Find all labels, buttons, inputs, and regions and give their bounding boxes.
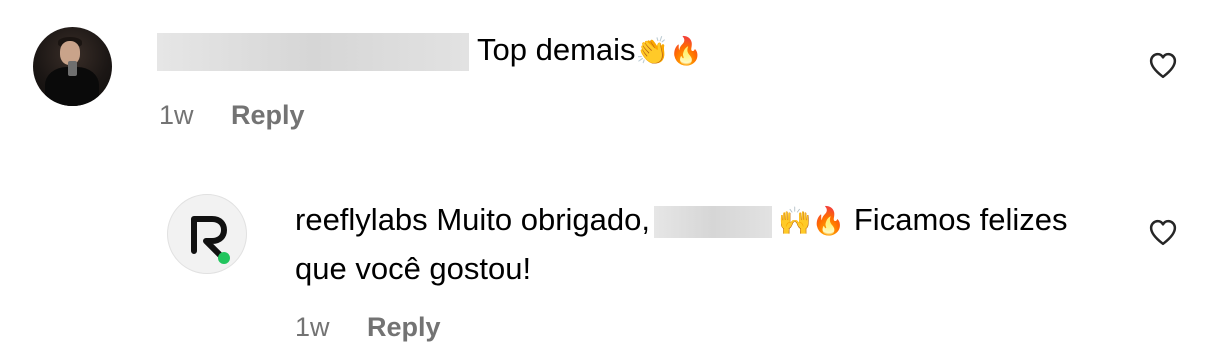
comment-1-emojis: 👏🔥 bbox=[635, 36, 703, 66]
comment-2-emojis: 🙌🔥 bbox=[778, 206, 846, 236]
comment-1-body: Top demais👏🔥 bbox=[157, 27, 703, 74]
heart-icon[interactable] bbox=[1148, 51, 1178, 79]
reeflylabs-logo-icon bbox=[191, 216, 230, 264]
redacted-username bbox=[157, 32, 469, 71]
comment-1-text: Top demais bbox=[477, 32, 636, 67]
comment-1-timestamp: 1w bbox=[159, 100, 194, 130]
comment-2-username[interactable]: reeflylabs bbox=[295, 202, 428, 237]
heart-icon[interactable] bbox=[1148, 218, 1178, 246]
comment-2-timestamp: 1w bbox=[295, 312, 330, 342]
comment-2-meta: 1w Reply bbox=[295, 311, 441, 343]
comment-2-reply-button[interactable]: Reply bbox=[367, 312, 441, 342]
commenter-avatar[interactable] bbox=[33, 27, 112, 106]
comment-2-text-before: Muito obrigado, bbox=[436, 202, 650, 237]
reeflylabs-logo-avatar[interactable] bbox=[167, 194, 247, 274]
comment-1-meta: 1w Reply bbox=[159, 99, 305, 131]
comment-2-body: reeflylabs Muito obrigado, 🙌🔥 Ficamos fel… bbox=[295, 196, 1115, 293]
redacted-mention bbox=[654, 205, 772, 238]
photo-phone bbox=[68, 61, 77, 76]
comment-1-reply-button[interactable]: Reply bbox=[231, 100, 305, 130]
